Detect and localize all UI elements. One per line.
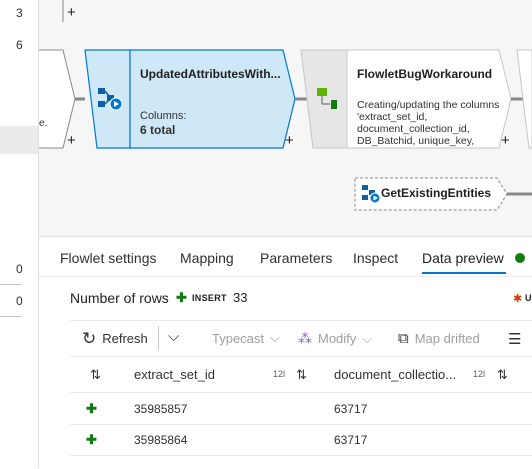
table-cell: 35985864	[134, 433, 188, 447]
description-line: Creating/updating the columns	[357, 99, 500, 111]
sort-icon[interactable]: ⇅	[296, 367, 307, 383]
flowlet-icon	[95, 86, 125, 112]
divider	[70, 320, 532, 321]
gutter-number: 0	[16, 262, 23, 276]
map-drifted-label: Map drifted	[414, 331, 480, 346]
tab-inspect[interactable]: Inspect	[353, 250, 398, 266]
type-badge: 12l	[473, 369, 486, 379]
table-cell: 63717	[334, 433, 368, 447]
status-dot	[515, 253, 525, 263]
node-columns-label: Columns:	[140, 110, 187, 122]
insert-count: 33	[233, 290, 248, 305]
divider	[39, 276, 532, 277]
description-line: 'extract_set_id,	[357, 111, 428, 123]
gutter-number: 3	[16, 6, 23, 20]
add-transformation-button[interactable]: +	[67, 5, 76, 20]
node-title[interactable]: FlowletBugWorkaround	[357, 67, 502, 81]
chevron-down-icon: ⌵	[270, 330, 280, 345]
typecast-button[interactable]: Typecast ⌵	[212, 330, 280, 346]
divider	[0, 316, 22, 317]
derived-column-icon	[313, 86, 341, 112]
type-badge: 12l	[273, 369, 286, 379]
node-label-fragment: e.	[39, 118, 48, 129]
dataflow-canvas[interactable]: + + + + e. UpdatedAttributesWith... Colu…	[39, 0, 532, 236]
node-columns-value: 6 total	[140, 123, 176, 137]
sort-icon[interactable]: ⇅	[497, 367, 508, 383]
update-label: U	[525, 293, 532, 303]
gutter-selected-row[interactable]	[0, 126, 38, 154]
divider	[70, 424, 532, 425]
node-title[interactable]: GetExistingEntities	[381, 186, 491, 200]
rows-count-label: Number of rows	[70, 290, 169, 306]
modify-button[interactable]: ⁂ Modify ⌵	[298, 330, 372, 347]
left-gutter: 3 6 0 0	[0, 0, 39, 468]
active-tab-indicator	[422, 272, 506, 274]
table-cell: 63717	[334, 402, 368, 416]
node-title[interactable]: UpdatedAttributesWith...	[140, 67, 280, 81]
map-drifted-button[interactable]: ⧉ Map drifted	[398, 330, 480, 347]
update-icon: ✱	[513, 293, 523, 305]
modify-icon: ⁂	[298, 330, 312, 346]
column-header[interactable]: document_collectio...	[334, 367, 456, 382]
insert-label: INSERT	[192, 293, 227, 303]
gutter-number: 6	[16, 38, 23, 52]
insert-icon: ✚	[176, 290, 187, 305]
tab-mapping[interactable]: Mapping	[180, 250, 234, 266]
column-header[interactable]: extract_set_id	[134, 367, 215, 382]
refresh-icon: ↻	[82, 329, 97, 348]
add-transformation-button[interactable]: +	[67, 133, 76, 148]
add-transformation-button[interactable]: +	[501, 133, 510, 148]
divider	[70, 356, 532, 357]
divider	[70, 392, 532, 393]
description-line: document_collection_id,	[357, 123, 470, 135]
map-drifted-icon: ⧉	[398, 330, 409, 347]
modify-label: Modify	[318, 331, 357, 346]
node-description: Creating/updating the columns 'extract_s…	[357, 99, 502, 147]
chevron-down-icon[interactable]: ⌵	[168, 328, 179, 345]
divider	[158, 326, 159, 350]
more-options-icon[interactable]: ☰	[508, 330, 521, 348]
typecast-label: Typecast	[212, 330, 265, 346]
refresh-button[interactable]: ↻ Refresh	[82, 330, 148, 347]
gutter-number: 0	[16, 294, 23, 308]
tab-flowlet-settings[interactable]: Flowlet settings	[60, 250, 156, 266]
tab-parameters[interactable]: Parameters	[260, 250, 332, 266]
divider	[0, 284, 22, 285]
chevron-down-icon: ⌵	[362, 330, 373, 346]
refresh-label: Refresh	[102, 331, 148, 346]
flowlet-icon	[361, 184, 381, 204]
sort-icon[interactable]: ⇅	[90, 367, 101, 383]
divider	[70, 455, 532, 456]
tab-data-preview[interactable]: Data preview	[422, 250, 504, 266]
table-cell: 35985857	[134, 402, 188, 416]
description-line: DB_Batchid, unique_key,	[357, 135, 475, 147]
bottom-panel	[39, 236, 532, 469]
add-transformation-button[interactable]: +	[285, 133, 294, 148]
insert-row-icon: ✚	[86, 401, 97, 416]
insert-row-icon: ✚	[86, 432, 97, 447]
